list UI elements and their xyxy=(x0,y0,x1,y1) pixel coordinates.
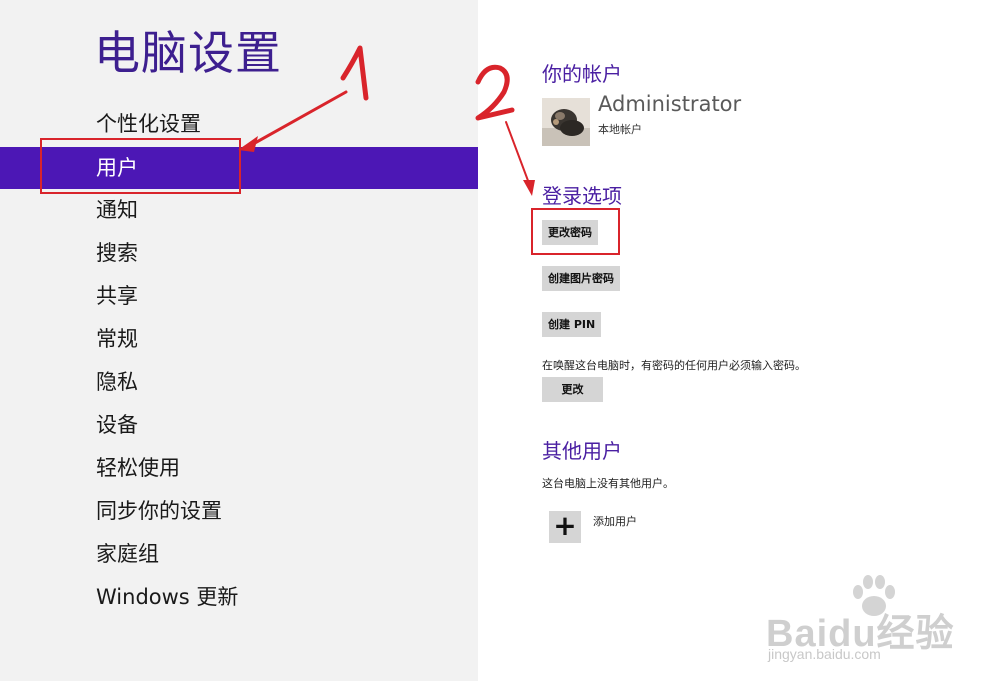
annotation-arrowhead-2 xyxy=(523,180,535,196)
annotation-arrow-1 xyxy=(244,90,348,150)
baidu-watermark: Baidu经验 jingyan.baidu.com xyxy=(766,575,966,670)
annotation-arrowhead-1 xyxy=(238,136,258,152)
annotation-number-1 xyxy=(340,45,369,101)
annotation-arrow-2 xyxy=(505,121,531,187)
annotation-number-2 xyxy=(475,64,515,121)
watermark-url: jingyan.baidu.com xyxy=(768,646,881,662)
